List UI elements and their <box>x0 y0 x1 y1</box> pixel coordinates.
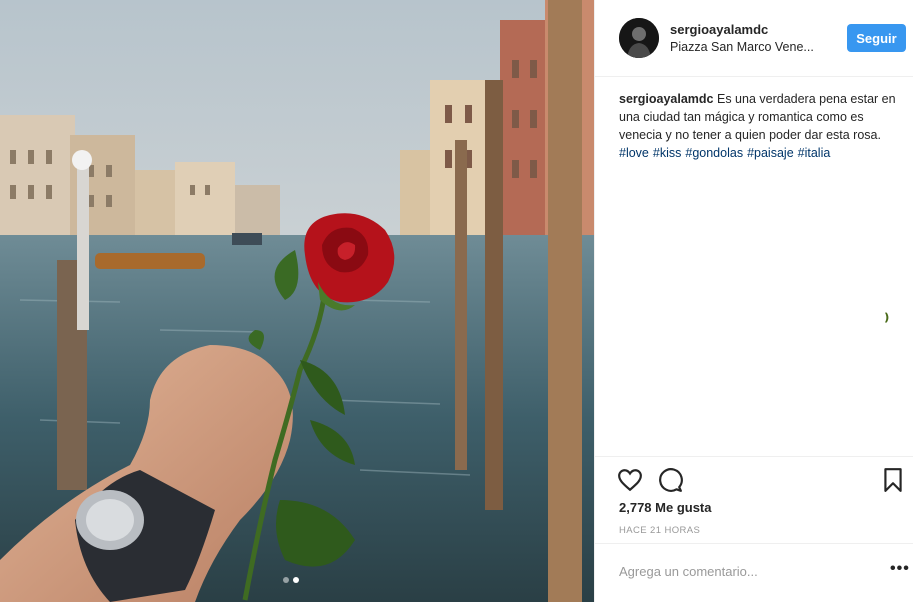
hashtag[interactable]: #italia <box>798 146 831 160</box>
carousel-dot[interactable] <box>283 577 289 583</box>
username[interactable]: sergioayalamdc <box>670 22 768 37</box>
hashtag-list: #love #kiss #gondolas #paisaje #italia <box>619 144 904 162</box>
location-link[interactable]: Piazza San Marco Vene... <box>670 40 814 54</box>
hashtag[interactable]: #love <box>619 146 649 160</box>
post-photo[interactable] <box>0 0 594 602</box>
comment-input[interactable]: Agrega un comentario... <box>619 564 758 579</box>
follow-button[interactable]: Seguir <box>847 24 906 52</box>
carousel-dot-active[interactable] <box>293 577 299 583</box>
bookmark-icon[interactable] <box>882 467 908 493</box>
post-side-panel: sergioayalamdc Piazza San Marco Vene... … <box>594 0 913 602</box>
venice-rose-photo <box>0 0 594 602</box>
heart-icon[interactable] <box>617 467 643 493</box>
caption-username[interactable]: sergioayalamdc <box>619 92 714 106</box>
scroll-indicator[interactable]: ❫ <box>882 311 891 324</box>
post-timestamp[interactable]: HACE 21 HORAS <box>619 525 700 536</box>
avatar[interactable] <box>619 18 659 58</box>
more-options-icon[interactable]: ••• <box>890 560 910 578</box>
comment-icon[interactable] <box>657 467 683 493</box>
hashtag[interactable]: #kiss <box>653 146 681 160</box>
comment-section: Agrega un comentario... ••• <box>595 543 913 603</box>
post-header: sergioayalamdc Piazza San Marco Vene... … <box>595 0 913 77</box>
hashtag[interactable]: #gondolas <box>685 146 743 160</box>
hashtag[interactable]: #paisaje <box>747 146 794 160</box>
like-count[interactable]: 2,778 Me gusta <box>619 500 712 515</box>
caption: sergioayalamdc Es una verdadera pena est… <box>619 90 904 162</box>
carousel-dots <box>283 577 299 583</box>
